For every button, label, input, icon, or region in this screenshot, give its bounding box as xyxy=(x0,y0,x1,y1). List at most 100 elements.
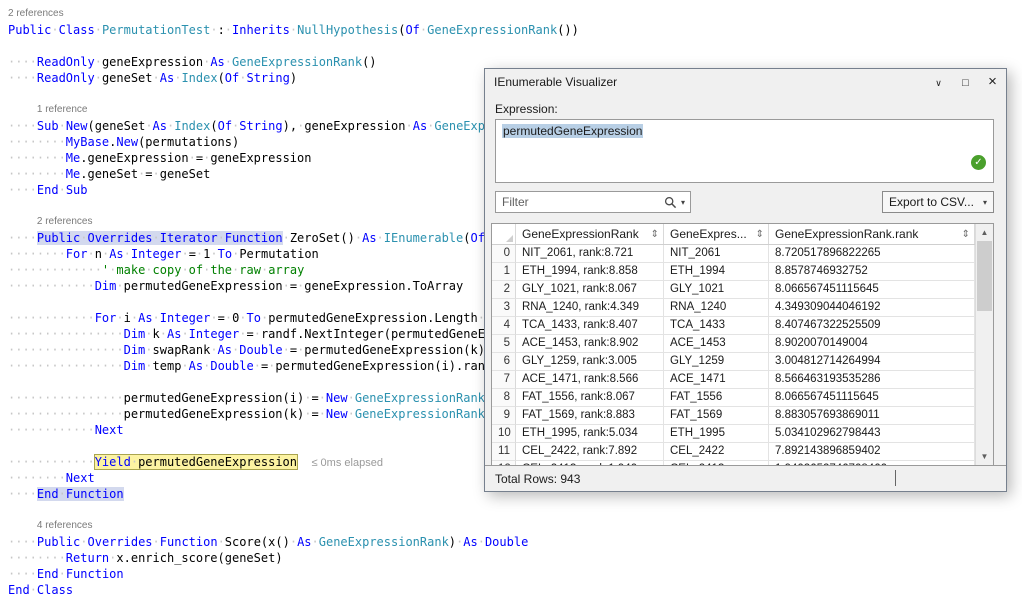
row-index-cell[interactable]: 4 xyxy=(492,317,516,335)
results-table: GeneExpressionRank⇕GeneExpres...⇕GeneExp… xyxy=(491,223,994,466)
window-maximize-button[interactable]: □ xyxy=(952,69,979,95)
row-index-cell[interactable]: 2 xyxy=(492,281,516,299)
filter-dropdown-icon[interactable]: ▾ xyxy=(681,198,685,207)
table-cell[interactable]: CEL_2422 xyxy=(664,443,769,461)
table-cell[interactable]: GLY_1021, rank:8.067 xyxy=(516,281,664,299)
table-cell[interactable]: ACE_1471, rank:8.566 xyxy=(516,371,664,389)
table-cell[interactable]: CEL_2422, rank:7.892 xyxy=(516,443,664,461)
filter-input[interactable]: Filter ▾ xyxy=(495,191,691,213)
export-dropdown-icon[interactable]: ▾ xyxy=(983,198,987,207)
window-menu-button[interactable]: ∨ xyxy=(925,69,952,95)
row-index-cell[interactable]: 0 xyxy=(492,245,516,263)
table-row[interactable]: 3RNA_1240, rank:4.349RNA_12404.349309044… xyxy=(492,299,975,317)
table-cell[interactable]: NIT_2061, rank:8.721 xyxy=(516,245,664,263)
table-cell[interactable]: FAT_1569 xyxy=(664,407,769,425)
table-cell[interactable]: RNA_1240 xyxy=(664,299,769,317)
row-index-cell[interactable]: 5 xyxy=(492,335,516,353)
dialog-titlebar[interactable]: IEnumerable Visualizer ∨ □ × xyxy=(485,69,1006,95)
table-content: GeneExpressionRank⇕GeneExpres...⇕GeneExp… xyxy=(492,224,975,465)
table-cell[interactable]: GLY_1259 xyxy=(664,353,769,371)
table-cell[interactable]: ETH_1994 xyxy=(664,263,769,281)
table-cell[interactable]: FAT_1556, rank:8.067 xyxy=(516,389,664,407)
row-index-cell[interactable]: 7 xyxy=(492,371,516,389)
codelens-references[interactable]: 4 references xyxy=(8,518,644,534)
window-close-button[interactable]: × xyxy=(979,69,1006,95)
sort-icon[interactable]: ⇕ xyxy=(756,229,764,240)
table-cell[interactable]: FAT_1556 xyxy=(664,389,769,407)
table-cell[interactable]: ACE_1453 xyxy=(664,335,769,353)
scroll-down-icon[interactable]: ▼ xyxy=(976,448,993,465)
table-row[interactable]: 11CEL_2422, rank:7.892CEL_24227.89214389… xyxy=(492,443,975,461)
code-line[interactable] xyxy=(8,502,644,518)
row-index-cell[interactable]: 6 xyxy=(492,353,516,371)
code-line[interactable]: Public·Class·PermutationTest·:·Inherits·… xyxy=(8,22,644,38)
table-cell[interactable]: RNA_1240, rank:4.349 xyxy=(516,299,664,317)
code-line[interactable]: ····Public·Overrides·Function·Score(x()·… xyxy=(8,534,644,550)
screen: 2 referencesPublic·Class·PermutationTest… xyxy=(0,0,1022,600)
code-line[interactable] xyxy=(8,38,644,54)
table-cell[interactable]: ACE_1471 xyxy=(664,371,769,389)
table-cell[interactable]: 4.349309044046192 xyxy=(769,299,975,317)
select-all-corner[interactable] xyxy=(492,224,516,244)
row-index-cell[interactable]: 11 xyxy=(492,443,516,461)
row-index-cell[interactable]: 8 xyxy=(492,389,516,407)
expression-valid-icon: ✓ xyxy=(971,155,986,170)
table-cell[interactable]: TCA_1433, rank:8.407 xyxy=(516,317,664,335)
row-index-cell[interactable]: 10 xyxy=(492,425,516,443)
row-index-cell[interactable]: 9 xyxy=(492,407,516,425)
table-cell[interactable]: GLY_1259, rank:3.005 xyxy=(516,353,664,371)
window-buttons: ∨ □ × xyxy=(925,69,1006,95)
table-cell[interactable]: 8.407467322525509 xyxy=(769,317,975,335)
table-cell[interactable]: NIT_2061 xyxy=(664,245,769,263)
table-cell[interactable]: 3.004812714264994 xyxy=(769,353,975,371)
expression-input[interactable]: permutedGeneExpression ✓ xyxy=(495,119,994,183)
table-cell[interactable]: 8.066567451115645 xyxy=(769,389,975,407)
code-line[interactable]: End·Class xyxy=(8,582,644,598)
chevron-down-icon: ∨ xyxy=(935,78,942,88)
table-cell[interactable]: 8.883057693869011 xyxy=(769,407,975,425)
export-csv-label: Export to CSV... xyxy=(889,195,974,209)
status-bar: Total Rows: 943 xyxy=(485,465,1006,491)
sort-icon[interactable]: ⇕ xyxy=(651,229,659,240)
table-row[interactable]: 7ACE_1471, rank:8.566ACE_14718.566463193… xyxy=(492,371,975,389)
row-index-cell[interactable]: 1 xyxy=(492,263,516,281)
export-csv-button[interactable]: Export to CSV... ▾ xyxy=(882,191,994,213)
table-row[interactable]: 4TCA_1433, rank:8.407TCA_14338.407467322… xyxy=(492,317,975,335)
table-cell[interactable]: GLY_1021 xyxy=(664,281,769,299)
filter-placeholder: Filter xyxy=(502,195,664,209)
table-cell[interactable]: 8.720517896822265 xyxy=(769,245,975,263)
table-cell[interactable]: ACE_1453, rank:8.902 xyxy=(516,335,664,353)
table-cell[interactable]: ETH_1994, rank:8.858 xyxy=(516,263,664,281)
table-row[interactable]: 9FAT_1569, rank:8.883FAT_15698.883057693… xyxy=(492,407,975,425)
column-header[interactable]: GeneExpressionRank ⇕ xyxy=(516,224,664,244)
codelens-references[interactable]: 2 references xyxy=(8,6,644,22)
table-cell[interactable]: ETH_1995, rank:5.034 xyxy=(516,425,664,443)
table-row[interactable]: 8FAT_1556, rank:8.067FAT_15568.066567451… xyxy=(492,389,975,407)
table-cell[interactable]: 5.034102962798443 xyxy=(769,425,975,443)
table-cell[interactable]: ETH_1995 xyxy=(664,425,769,443)
code-line[interactable]: ········Return·x.enrich_score(geneSet) xyxy=(8,550,644,566)
table-row[interactable]: 0NIT_2061, rank:8.721NIT_20618.720517896… xyxy=(492,245,975,263)
table-row[interactable]: 6GLY_1259, rank:3.005GLY_12593.004812714… xyxy=(492,353,975,371)
code-line[interactable]: ····End·Function xyxy=(8,566,644,582)
scrollbar-thumb[interactable] xyxy=(977,241,992,311)
vertical-scrollbar[interactable]: ▲ ▼ xyxy=(975,224,993,465)
table-cell[interactable]: TCA_1433 xyxy=(664,317,769,335)
sort-icon[interactable]: ⇕ xyxy=(962,229,970,240)
table-row[interactable]: 10ETH_1995, rank:5.034ETH_19955.03410296… xyxy=(492,425,975,443)
table-cell[interactable]: 8.9020070149004 xyxy=(769,335,975,353)
table-row[interactable]: 1ETH_1994, rank:8.858ETH_19948.857874693… xyxy=(492,263,975,281)
table-cell[interactable]: 8.566463193535286 xyxy=(769,371,975,389)
column-header-label: GeneExpressionRank xyxy=(522,227,639,241)
row-index-cell[interactable]: 3 xyxy=(492,299,516,317)
table-row[interactable]: 2GLY_1021, rank:8.067GLY_10218.066567451… xyxy=(492,281,975,299)
table-row[interactable]: 5ACE_1453, rank:8.902ACE_14538.902007014… xyxy=(492,335,975,353)
table-cell[interactable]: FAT_1569, rank:8.883 xyxy=(516,407,664,425)
total-rows-label: Total Rows: 943 xyxy=(495,472,580,486)
table-cell[interactable]: 7.892143896859402 xyxy=(769,443,975,461)
table-cell[interactable]: 8.066567451115645 xyxy=(769,281,975,299)
column-header[interactable]: GeneExpres...⇕ xyxy=(664,224,769,244)
column-header[interactable]: GeneExpressionRank.rank⇕ xyxy=(769,224,975,244)
table-cell[interactable]: 8.8578746932752 xyxy=(769,263,975,281)
scroll-up-icon[interactable]: ▲ xyxy=(976,224,993,241)
